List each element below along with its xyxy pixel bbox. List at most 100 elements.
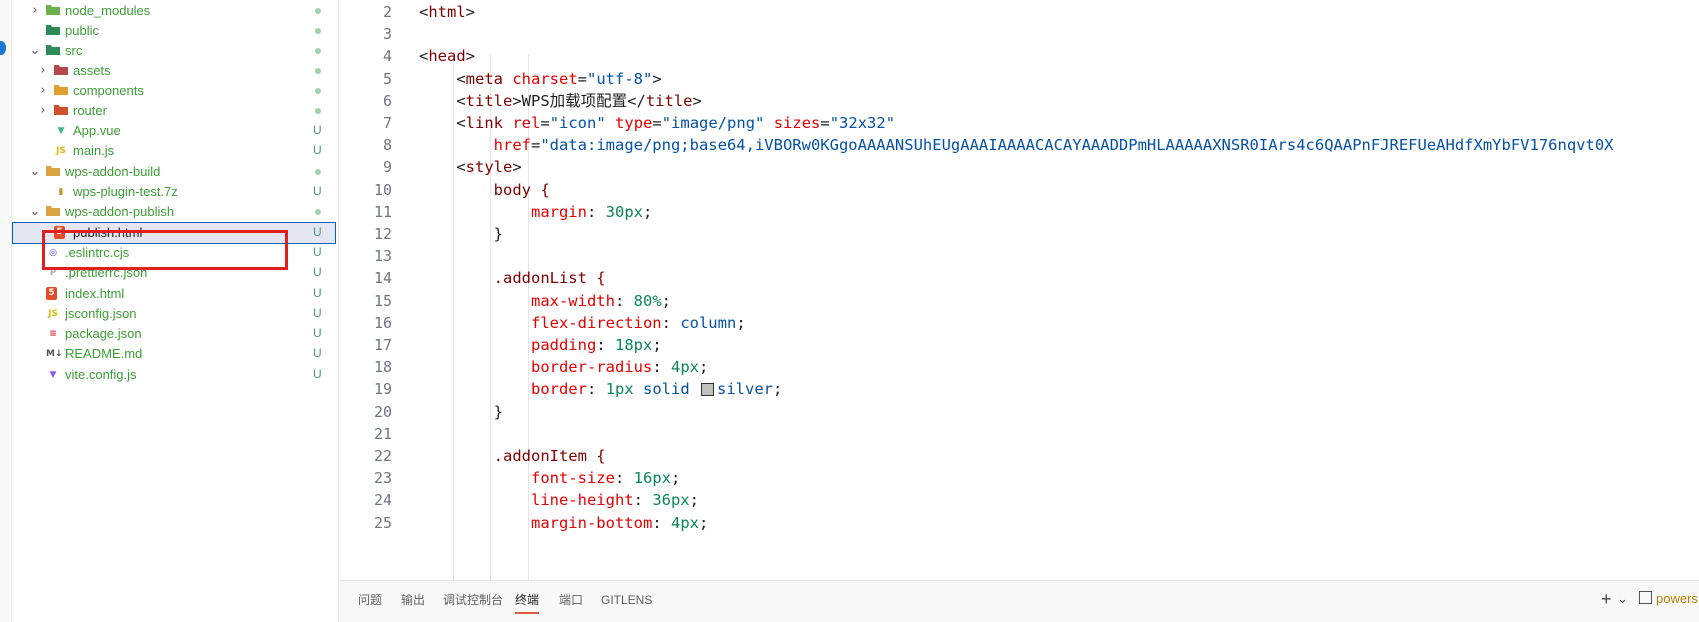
code-text: border: 1px solid silver;	[530, 380, 783, 399]
active-tab-indicator	[515, 612, 539, 614]
archive-icon: ▮	[58, 187, 64, 197]
code-line[interactable]: 2 <html>	[339, 0, 1699, 24]
explorer-item[interactable]: public	[12, 20, 336, 42]
terminal-selector[interactable]: powers	[1639, 589, 1698, 609]
git-status-dot	[315, 88, 321, 94]
code-line[interactable]: 19 border: 1px solid silver;	[339, 377, 1699, 401]
code-line[interactable]: 21	[339, 422, 1699, 446]
git-status-badge: U	[313, 245, 322, 259]
color-swatch-icon[interactable]	[701, 383, 715, 397]
code-text: font-size: 16px;	[530, 469, 681, 488]
chevron-right-icon[interactable]: ›	[37, 64, 49, 78]
code-line[interactable]: 3	[339, 22, 1699, 46]
explorer-item[interactable]: ⌄ wps-addon-build	[12, 161, 336, 183]
explorer-item-label: index.html	[65, 286, 125, 301]
chevron-right-icon[interactable]: ›	[37, 104, 49, 118]
explorer-item[interactable]: ▼ vite.config.js U	[12, 364, 336, 386]
git-status-dot	[315, 8, 321, 14]
panel-tab[interactable]: 输出	[401, 591, 425, 609]
code-text: line-height: 36px;	[530, 491, 699, 510]
explorer-item[interactable]: ⌄ wps-addon-publish	[12, 201, 336, 223]
line-number: 14	[373, 269, 392, 288]
vite-icon: ▼	[49, 370, 57, 380]
git-status-badge: U	[313, 286, 322, 300]
explorer-item-label: node_modules	[65, 3, 151, 18]
code-line[interactable]: 18 border-radius: 4px;	[339, 355, 1699, 379]
explorer-item[interactable]: › components	[12, 80, 336, 102]
explorer-panel: › node_modulespublic ⌄ src › assets › component…	[12, 0, 339, 622]
code-line[interactable]: 8 href="data:image/png;base64,iVBORw0KGg…	[339, 133, 1699, 157]
line-number: 24	[373, 491, 392, 510]
explorer-item-label: wps-addon-build	[65, 164, 161, 179]
code-text: padding: 18px;	[530, 336, 662, 354]
accounts-badge-icon[interactable]	[0, 41, 6, 55]
line-number: 22	[373, 447, 392, 465]
explorer-item-label: components	[73, 83, 144, 98]
git-status-dot	[315, 108, 321, 114]
code-line[interactable]: 7 <link rel="icon" type="image/png" size…	[339, 111, 1699, 135]
git-status-badge: U	[313, 184, 322, 198]
json-js-icon: JS	[48, 309, 58, 319]
explorer-item-label: assets	[73, 63, 111, 78]
explorer-item[interactable]: ▼ App.vue U	[12, 120, 336, 142]
explorer-item[interactable]: JS jsconfig.json U	[12, 303, 336, 325]
explorer-item[interactable]: › node_modules	[12, 0, 336, 22]
line-number: 20	[373, 402, 392, 421]
code-line[interactable]: 9 <style>	[339, 155, 1699, 179]
explorer-item[interactable]: ≡ package.json U	[12, 323, 336, 345]
line-number: 3	[382, 25, 392, 44]
explorer-item[interactable]: › router	[12, 100, 336, 122]
code-text: .addonItem {	[419, 447, 606, 465]
code-line[interactable]: 11 margin: 30px;	[339, 200, 1699, 224]
explorer-item[interactable]: ⌄ src	[12, 40, 336, 62]
new-terminal-button[interactable]: +	[1601, 589, 1612, 609]
line-number: 10	[373, 180, 392, 199]
panel-tab[interactable]: 问题	[358, 591, 382, 609]
chevron-down-icon[interactable]: ⌄	[1617, 589, 1628, 609]
code-line[interactable]: 24 line-height: 36px;	[339, 488, 1699, 512]
code-line[interactable]: 23 font-size: 16px;	[339, 466, 1699, 490]
panel-tab[interactable]: 调试控制台	[443, 591, 503, 609]
chevron-right-icon[interactable]: ›	[37, 84, 49, 98]
code-text: }	[419, 402, 503, 421]
npm-icon: ≡	[49, 329, 57, 339]
explorer-item-label: wps-addon-publish	[65, 204, 175, 219]
chevron-down-icon[interactable]: ⌄	[29, 205, 41, 219]
panel-tab[interactable]: 终端	[515, 591, 539, 609]
code-line[interactable]: 12 }	[339, 222, 1699, 246]
code-line[interactable]: 6 <title>WPS加载项配置</title>	[339, 89, 1699, 113]
code-text: <html>	[419, 3, 476, 21]
code-line[interactable]: 17 padding: 18px;	[339, 333, 1699, 357]
git-status-dot	[315, 48, 321, 54]
code-line[interactable]: 16 flex-direction: column;	[339, 311, 1699, 335]
code-line[interactable]: 25 margin-bottom: 4px;	[339, 511, 1699, 535]
code-editor[interactable]: 2 <html> 3 4 <head> 5 <meta charset="utf-8"> 6…	[339, 0, 1699, 580]
code-text: }	[419, 225, 503, 243]
code-text: margin-bottom: 4px;	[530, 513, 709, 532]
code-line[interactable]: 13	[339, 244, 1699, 268]
code-line[interactable]: 14 .addonList {	[339, 266, 1699, 290]
code-line[interactable]: 22 .addonItem {	[339, 444, 1699, 468]
code-line[interactable]: 15 max-width: 80%;	[339, 289, 1699, 313]
explorer-item[interactable]: › assets	[12, 60, 336, 82]
code-line[interactable]: 10 body {	[339, 178, 1699, 202]
chevron-down-icon[interactable]: ⌄	[29, 165, 41, 179]
panel-tab[interactable]: GITLENS	[601, 591, 652, 609]
code-text: href="data:image/png;base64,iVBORw0KGgoA…	[493, 136, 1614, 155]
explorer-item-label: README.md	[65, 346, 143, 361]
chevron-right-icon[interactable]: ›	[29, 4, 41, 18]
chevron-down-icon[interactable]: ⌄	[29, 44, 41, 58]
code-line[interactable]: 5 <meta charset="utf-8">	[339, 67, 1699, 91]
vue-icon: ▼	[57, 126, 65, 136]
code-text: max-width: 80%;	[530, 291, 671, 310]
explorer-item[interactable]: ▮ wps-plugin-test.7z U	[12, 181, 336, 203]
git-status-dot	[315, 28, 321, 34]
explorer-item[interactable]: M↓ README.md U	[12, 343, 336, 365]
panel-tab[interactable]: 端口	[559, 591, 583, 609]
code-line[interactable]: 20 }	[339, 400, 1699, 424]
explorer-item[interactable]: 5 index.html U	[12, 283, 336, 305]
explorer-item[interactable]: JS main.js U	[12, 140, 336, 162]
code-line[interactable]: 4 <head>	[339, 44, 1699, 68]
code-text: flex-direction: column;	[530, 313, 746, 332]
line-number: 13	[373, 247, 392, 266]
